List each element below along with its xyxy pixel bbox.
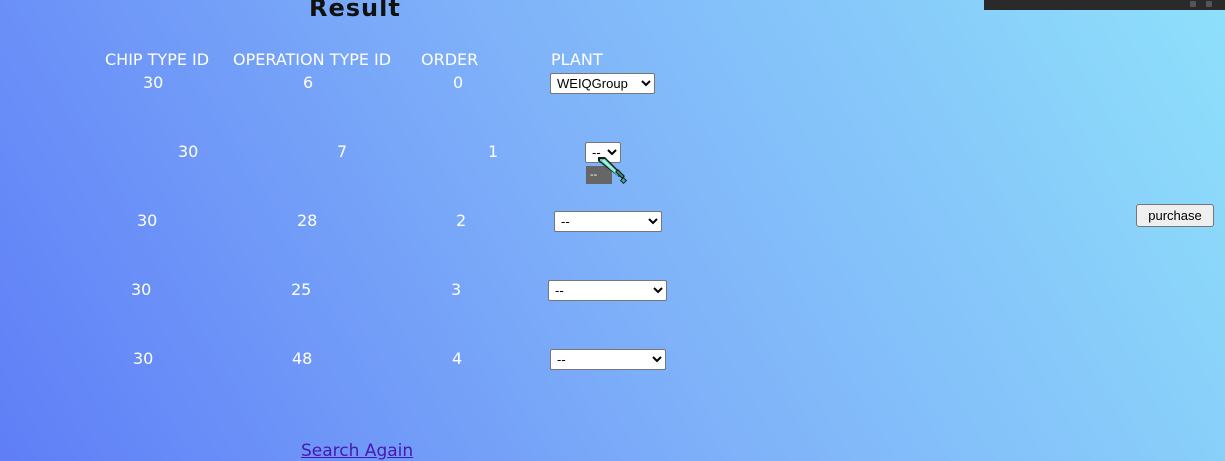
purchase-button[interactable]: purchase [1136, 204, 1214, 227]
row-2-operation-type-id: 7 [337, 142, 348, 161]
toolbar-control-icon[interactable] [1190, 1, 1196, 7]
row-1-operation-type-id: 6 [303, 73, 314, 92]
header-operation-type-id: OPERATION TYPE ID [233, 50, 392, 69]
row-4-plant-select[interactable]: -- [548, 280, 667, 301]
row-3-plant-select[interactable]: -- [554, 211, 662, 232]
row-2-chip-type-id: 30 [178, 142, 199, 161]
toolbar-control-icon[interactable] [1206, 1, 1212, 7]
row-1-order: 0 [453, 73, 464, 92]
row-3-operation-type-id: 28 [297, 211, 318, 230]
sword-cursor-icon [598, 157, 628, 185]
page-title: Result [309, 0, 401, 22]
header-chip-type-id: CHIP TYPE ID [105, 50, 210, 69]
header-plant: PLANT [551, 50, 603, 69]
row-5-chip-type-id: 30 [133, 349, 154, 368]
top-right-toolbar [984, 0, 1225, 10]
header-order: ORDER [421, 50, 479, 69]
row-5-order: 4 [452, 349, 463, 368]
row-1-plant-select[interactable]: WEIQGroup [550, 73, 655, 94]
row-4-order: 3 [451, 280, 462, 299]
row-5-plant-select[interactable]: -- [550, 349, 666, 370]
row-3-chip-type-id: 30 [137, 211, 158, 230]
row-2-order: 1 [488, 142, 499, 161]
row-4-operation-type-id: 25 [291, 280, 312, 299]
row-1-chip-type-id: 30 [143, 73, 164, 92]
row-3-order: 2 [456, 211, 467, 230]
search-again-link[interactable]: Search Again [301, 441, 413, 461]
row-4-chip-type-id: 30 [131, 280, 152, 299]
row-5-operation-type-id: 48 [292, 349, 313, 368]
